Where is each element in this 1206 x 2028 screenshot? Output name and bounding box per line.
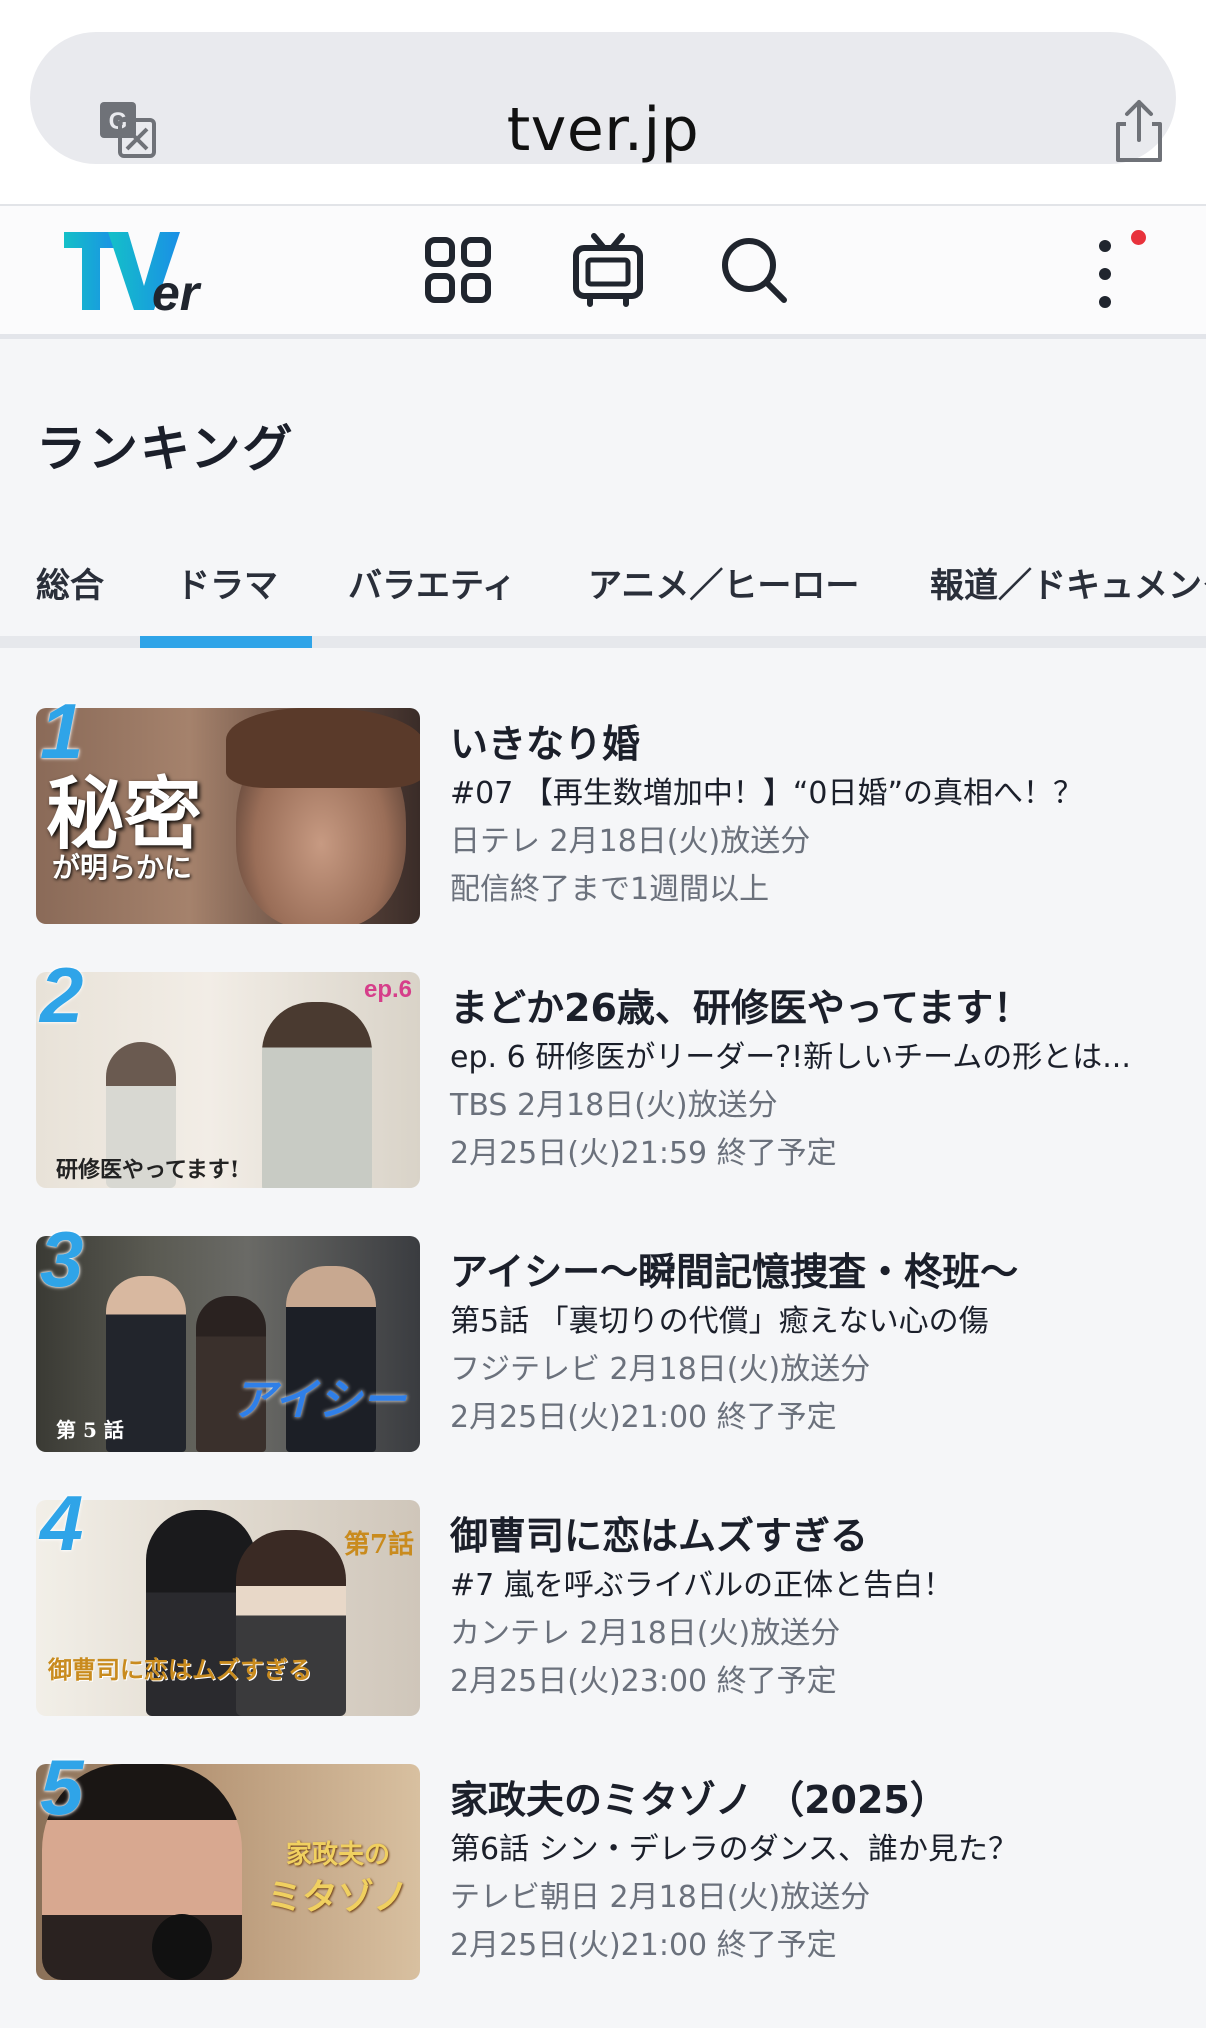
thumbnail-person xyxy=(236,1530,346,1716)
item-broadcast: フジテレビ 2月18日(火)放送分 xyxy=(450,1352,871,1387)
rank-number: 3 xyxy=(40,1215,84,1303)
item-availability: 2月25日(火)21:00 終了予定 xyxy=(450,1928,837,1963)
item-title[interactable]: 家政夫のミタゾノ （2025） xyxy=(450,1774,1190,1826)
notification-dot xyxy=(1131,230,1146,245)
item-availability: 2月25日(火)21:00 終了予定 xyxy=(450,1400,837,1435)
item-availability: 配信終了まで1週間以上 xyxy=(450,872,770,907)
thumbnail[interactable]: 秘密 が明らかに xyxy=(36,708,420,924)
item-title[interactable]: いきなり婚 xyxy=(450,718,1190,770)
tver-logo[interactable]: er xyxy=(60,224,220,320)
item-title[interactable]: アイシー〜瞬間記憶捜査・柊班〜 xyxy=(450,1246,1190,1298)
thumbnail-caption: ep.6 xyxy=(363,976,412,1003)
item-episode: ep. 6 研修医がリーダー?!新しいチームの形とは... xyxy=(450,1040,1131,1075)
thumbnail-subcaption: が明らかに xyxy=(52,851,193,884)
thumbnail-caption: 第7話 xyxy=(343,1530,414,1560)
tv-icon[interactable] xyxy=(570,232,646,308)
thumbnail[interactable]: 家政夫の ミタゾノ xyxy=(36,1764,420,1980)
item-episode: 第6話 シン・デレラのダンス、誰か見た？ xyxy=(450,1832,1019,1867)
active-tab-indicator xyxy=(140,636,312,648)
thumbnail-hair xyxy=(226,708,420,788)
thumbnail-caption: 家政夫の xyxy=(286,1840,391,1870)
thumbnail[interactable]: 第 5 話 アイシー xyxy=(36,1236,420,1452)
rank-number: 2 xyxy=(40,951,84,1039)
item-info: 家政夫のミタゾノ （2025） 第6話 シン・デレラのダンス、誰か見た？ テレビ… xyxy=(450,1774,1190,1970)
site-header: er xyxy=(0,206,1206,339)
svg-text:er: er xyxy=(152,265,202,320)
item-title[interactable]: 御曹司に恋はムズすぎる xyxy=(450,1510,1190,1562)
share-icon[interactable] xyxy=(1108,98,1170,164)
thumbnail-subcaption: 研修医やってます! xyxy=(56,1157,240,1183)
tab-news-documentary[interactable]: 報道／ドキュメンタ xyxy=(930,556,1206,616)
more-vertical-icon[interactable] xyxy=(1090,234,1120,314)
thumbnail-subcaption: アイシー xyxy=(232,1375,406,1426)
thumbnail-subcaption: ミタゾノ xyxy=(266,1876,409,1918)
item-broadcast: テレビ朝日 2月18日(火)放送分 xyxy=(450,1880,871,1915)
url-field[interactable]: G tver.jp xyxy=(30,32,1176,165)
tab-overall[interactable]: 総合 xyxy=(36,556,104,616)
item-info: 御曹司に恋はムズすぎる #7 嵐を呼ぶライバルの正体と告白！ カンテレ 2月18… xyxy=(450,1510,1190,1706)
rank-number: 5 xyxy=(40,1743,84,1831)
item-episode: #07 【再生数増加中！】“0日婚”の真相へ！？ xyxy=(450,776,1084,811)
thumbnail-subcaption: 御曹司に恋はムズすぎる xyxy=(48,1655,312,1684)
tab-drama[interactable]: ドラマ xyxy=(176,556,278,616)
tab-variety[interactable]: バラエティ xyxy=(348,556,516,616)
ranking-item[interactable]: ep.6 研修医やってます! 2 まどか26歳、研修医やってます！ ep. 6 … xyxy=(0,951,1206,1236)
rank-number: 4 xyxy=(40,1479,84,1567)
item-info: まどか26歳、研修医やってます！ ep. 6 研修医がリーダー?!新しいチームの… xyxy=(450,982,1190,1178)
thumbnail-microphone xyxy=(152,1914,212,1980)
item-info: アイシー〜瞬間記憶捜査・柊班〜 第5話 「裏切りの代償」癒えない心の傷 フジテレ… xyxy=(450,1246,1190,1442)
item-episode: 第5話 「裏切りの代償」癒えない心の傷 xyxy=(450,1304,989,1339)
page-title: ランキング xyxy=(36,420,295,478)
ranking-item[interactable]: 第 5 話 アイシー 3 アイシー〜瞬間記憶捜査・柊班〜 第5話 「裏切りの代償… xyxy=(0,1215,1206,1500)
thumbnail-caption: 第 5 話 xyxy=(56,1418,124,1442)
thumbnail-person xyxy=(262,1002,372,1188)
tab-anime-hero[interactable]: アニメ／ヒーロー xyxy=(588,556,859,616)
item-info: いきなり婚 #07 【再生数増加中！】“0日婚”の真相へ！？ 日テレ 2月18日… xyxy=(450,718,1190,914)
item-title[interactable]: まどか26歳、研修医やってます！ xyxy=(450,982,1190,1034)
item-broadcast: 日テレ 2月18日(火)放送分 xyxy=(450,824,811,859)
item-availability: 2月25日(火)23:00 終了予定 xyxy=(450,1664,837,1699)
search-icon[interactable] xyxy=(716,232,792,308)
item-availability: 2月25日(火)21:59 終了予定 xyxy=(450,1136,837,1171)
item-episode: #7 嵐を呼ぶライバルの正体と告白！ xyxy=(450,1568,954,1603)
thumbnail[interactable]: ep.6 研修医やってます! xyxy=(36,972,420,1188)
ranking-item[interactable]: 第7話 御曹司に恋はムズすぎる 4 御曹司に恋はムズすぎる #7 嵐を呼ぶライバ… xyxy=(0,1479,1206,1764)
rank-number: 1 xyxy=(40,687,84,775)
browser-address-bar: G tver.jp xyxy=(0,0,1206,206)
ranking-item[interactable]: 家政夫の ミタゾノ 5 家政夫のミタゾノ （2025） 第6話 シン・デレラのダ… xyxy=(0,1743,1206,2028)
item-broadcast: TBS 2月18日(火)放送分 xyxy=(450,1088,778,1123)
thumbnail[interactable]: 第7話 御曹司に恋はムズすぎる xyxy=(36,1500,420,1716)
url-text: tver.jp xyxy=(506,95,700,165)
ranking-item[interactable]: 秘密 が明らかに 1 いきなり婚 #07 【再生数増加中！】“0日婚”の真相へ！… xyxy=(0,687,1206,972)
item-broadcast: カンテレ 2月18日(火)放送分 xyxy=(450,1616,841,1651)
grid-icon[interactable] xyxy=(420,232,496,308)
